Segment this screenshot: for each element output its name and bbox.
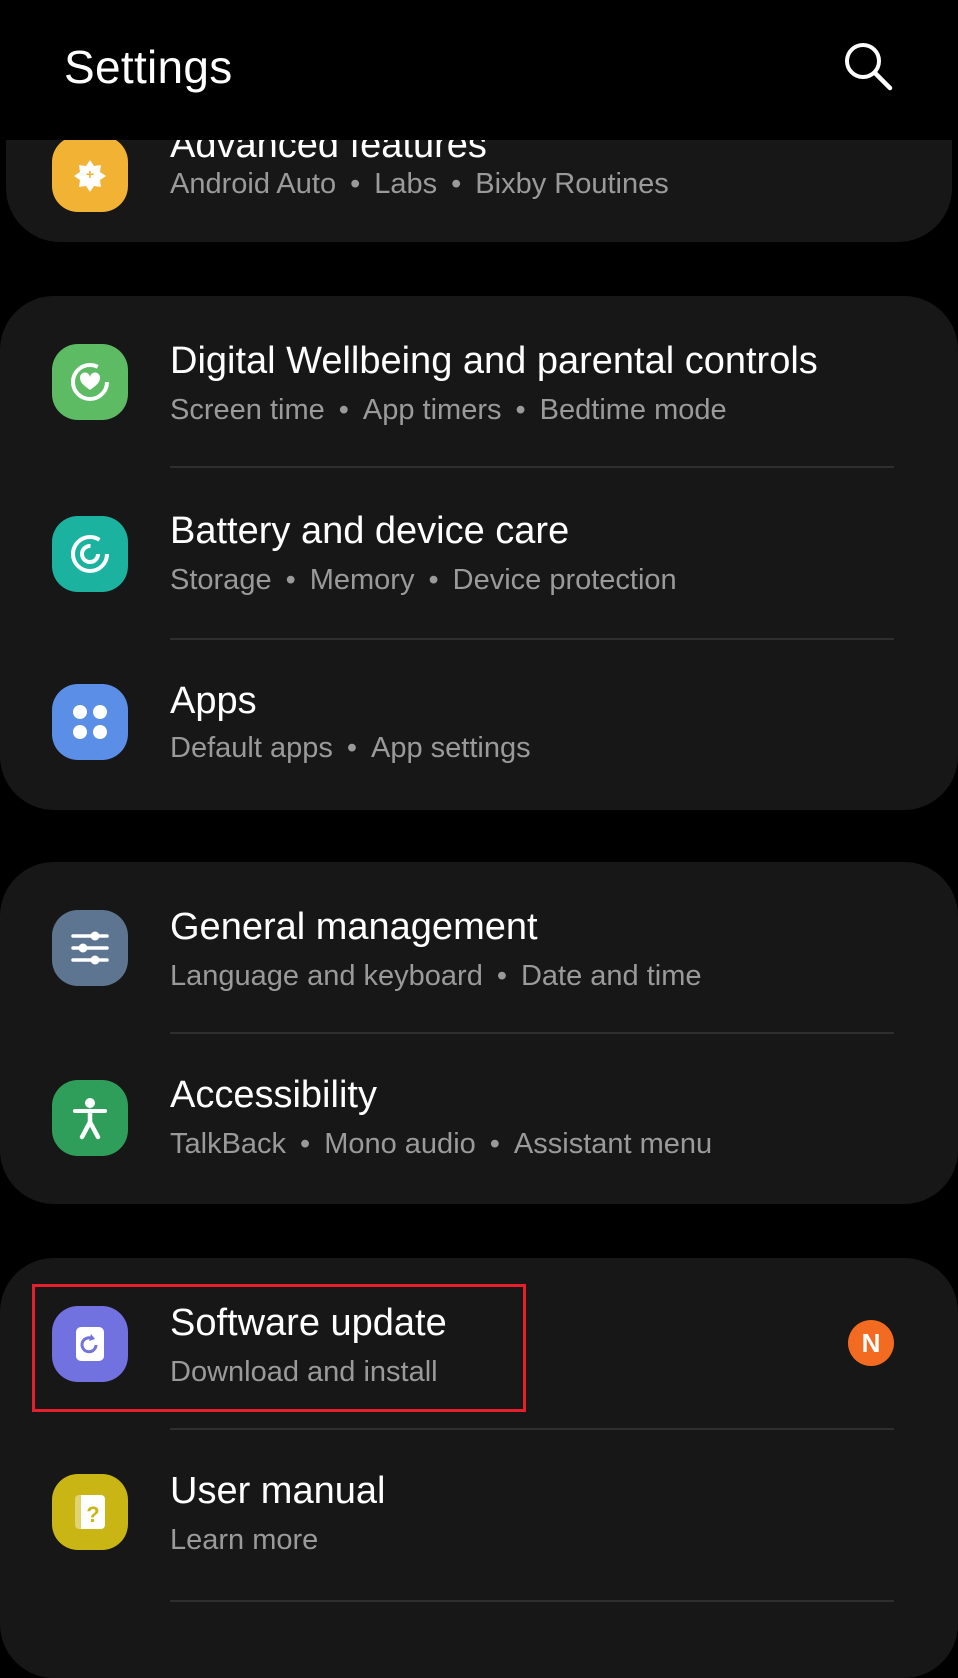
apps-subtitle: Default apps • App settings <box>170 732 531 764</box>
page-title: Settings <box>64 41 233 93</box>
card-group-3: Software update Download and install N ?… <box>0 1258 958 1678</box>
digital-wellbeing-icon <box>52 344 128 420</box>
accessibility-title: Accessibility <box>170 1074 377 1116</box>
card-group-2: General management Language and keyboard… <box>0 862 958 1204</box>
battery-device-care-subtitle: Storage • Memory • Device protection <box>170 564 677 596</box>
apps-icon <box>52 684 128 760</box>
setting-digital-wellbeing[interactable]: Digital Wellbeing and parental controls … <box>0 296 958 466</box>
digital-wellbeing-subtitle: Screen time • App timers • Bedtime mode <box>170 394 727 426</box>
setting-user-manual[interactable]: ? User manual Learn more <box>0 1430 958 1600</box>
app-bar: Settings <box>0 0 958 140</box>
new-badge: N <box>848 1320 894 1366</box>
user-manual-icon: ? <box>52 1474 128 1550</box>
accessibility-icon <box>52 1080 128 1156</box>
general-management-icon <box>52 910 128 986</box>
svg-text:?: ? <box>86 1502 99 1527</box>
search-icon <box>845 43 893 91</box>
device-care-icon <box>52 516 128 592</box>
svg-text:+: + <box>86 166 94 182</box>
apps-title: Apps <box>170 680 257 722</box>
software-update-title: Software update <box>170 1302 447 1344</box>
advanced-features-subtitle: Android Auto • Labs • Bixby Routines <box>170 168 669 200</box>
user-manual-title: User manual <box>170 1470 386 1512</box>
battery-device-care-title: Battery and device care <box>170 510 570 552</box>
card-group-1: Digital Wellbeing and parental controls … <box>0 296 958 810</box>
search-button[interactable] <box>840 38 896 94</box>
digital-wellbeing-title: Digital Wellbeing and parental controls <box>170 340 818 382</box>
user-manual-subtitle: Learn more <box>170 1524 319 1556</box>
setting-general-management[interactable]: General management Language and keyboard… <box>0 862 958 1032</box>
setting-battery-device-care[interactable]: Battery and device care Storage • Memory • D… <box>0 468 958 638</box>
general-management-title: General management <box>170 906 538 948</box>
setting-apps[interactable]: Apps Default apps • App settings <box>0 640 958 810</box>
setting-software-update[interactable]: Software update Download and install N <box>0 1258 958 1428</box>
software-update-icon <box>52 1306 128 1382</box>
general-management-subtitle: Language and keyboard • Date and time <box>170 960 702 992</box>
setting-accessibility[interactable]: Accessibility TalkBack • Mono audio • Assist… <box>0 1034 958 1204</box>
software-update-subtitle: Download and install <box>170 1356 438 1388</box>
accessibility-subtitle: TalkBack • Mono audio • Assistant menu <box>170 1128 713 1160</box>
divider <box>170 1600 894 1602</box>
